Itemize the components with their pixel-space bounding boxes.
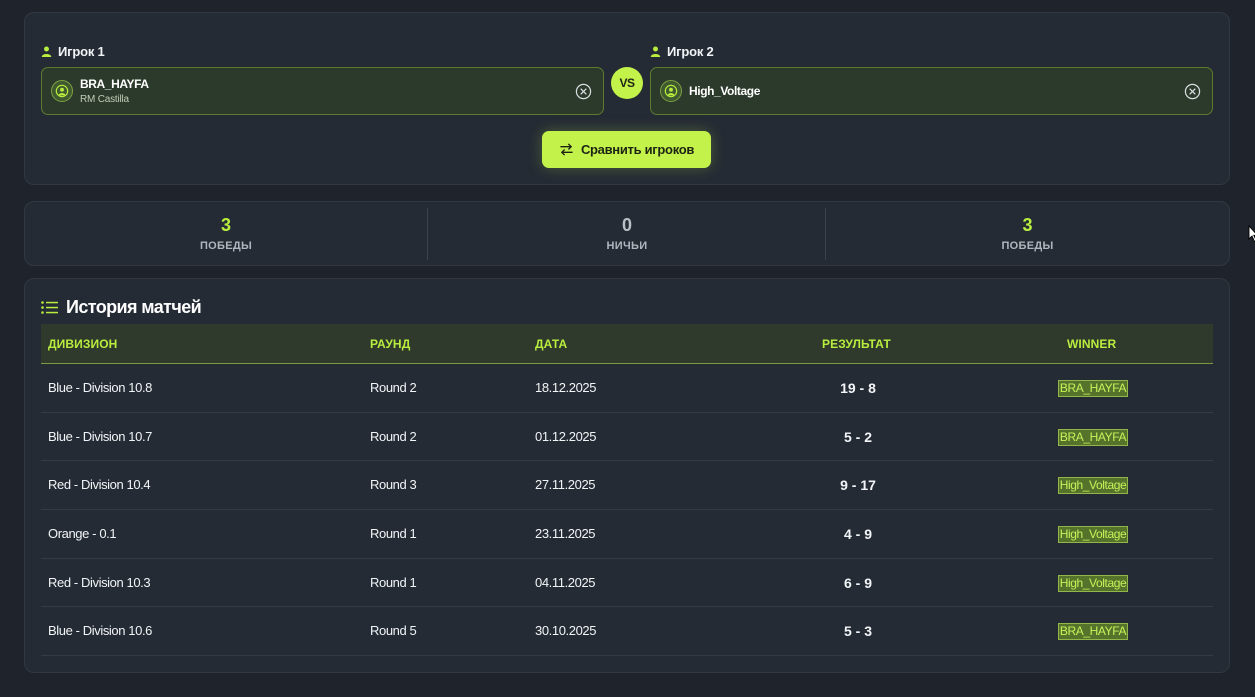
cell-round: Round 5 — [370, 623, 417, 639]
draws-value: 0 — [621, 215, 632, 235]
table-row[interactable]: Red - Division 10.3 Round 1 04.11.2025 6 - … — [41, 559, 1213, 608]
winner-badge[interactable]: High_Voltage — [1057, 574, 1129, 592]
player2-name: High_Voltage — [689, 84, 760, 98]
cell-round: Round 1 — [370, 574, 417, 590]
cell-round: Round 2 — [370, 380, 417, 395]
match-history-table: ДИВИЗИОН РАУНД ДАТА РЕЗУЛЬТАТ WINNER Blu… — [41, 324, 1213, 657]
table-row[interactable]: Blue - Division 10.8 Round 2 18.12.2025 19 … — [41, 364, 1213, 413]
cell-result: 5 - 2 — [843, 428, 872, 445]
winner-badge[interactable]: High_Voltage — [1057, 526, 1129, 544]
col-round[interactable]: РАУНД — [370, 324, 410, 364]
table-row[interactable]: Red - Division 10.4 Round 3 27.11.2025 9 - … — [41, 461, 1213, 511]
cell-result: 19 - 8 — [840, 380, 876, 396]
cell-result: 5 - 3 — [843, 623, 872, 640]
cell-round: Round 2 — [370, 428, 417, 444]
player2-label-text: Игрок 2 — [667, 44, 714, 59]
cell-winner: BRA_HAYFA — [973, 413, 1213, 461]
col-result[interactable]: РЕЗУЛЬТАТ — [822, 324, 891, 364]
cell-date: 04.11.2025 — [535, 574, 596, 590]
player2-selected-box[interactable]: High_Voltage — [650, 67, 1213, 115]
cell-date: 27.11.2025 — [535, 477, 596, 493]
cell-winner: High_Voltage — [973, 510, 1213, 558]
cell-round: Round 3 — [370, 477, 417, 493]
winner-badge[interactable]: High_Voltage — [1057, 477, 1129, 495]
cell-winner: High_Voltage — [973, 559, 1213, 607]
avatar-icon — [51, 80, 73, 102]
compare-players-button[interactable]: Сравнить игроков — [542, 131, 711, 168]
cell-date: 18.12.2025 — [535, 380, 597, 395]
player1-team: RM Castilla — [80, 94, 129, 105]
history-title-text: История матчей — [66, 297, 202, 317]
player1-selected-box[interactable]: BRA_HAYFA RM Castilla — [41, 67, 604, 115]
head-to-head-stats: 3 ПОБЕДЫ 0 НИЧЬИ 3 ПОБЕДЫ — [24, 201, 1230, 266]
cell-date: 01.12.2025 — [535, 428, 597, 444]
player1-wins-value: 3 — [220, 215, 231, 235]
cell-result: 6 - 9 — [843, 574, 872, 591]
match-history-card: История матчей ДИВИЗИОН РАУНД ДАТА РЕЗУЛ… — [24, 278, 1230, 673]
cell-date: 30.10.2025 — [535, 623, 597, 639]
player-selection-card: Игрок 1 Игрок 2 BRA_HAYFA RM Castilla VS… — [24, 12, 1230, 185]
mouse-cursor-icon — [1248, 225, 1255, 243]
col-division[interactable]: ДИВИЗИОН — [48, 324, 117, 364]
table-row[interactable]: Blue - Division 10.7 Round 2 01.12.2025 5 -… — [41, 413, 1213, 462]
player1-clear-button[interactable] — [574, 82, 592, 100]
cell-winner: BRA_HAYFA — [973, 364, 1213, 412]
table-header: ДИВИЗИОН РАУНД ДАТА РЕЗУЛЬТАТ WINNER — [41, 324, 1213, 364]
list-icon — [41, 301, 58, 314]
draws-stat: 0 НИЧЬИ — [428, 202, 826, 265]
cell-division: Blue - Division 10.6 — [48, 623, 152, 639]
cell-division: Red - Division 10.4 — [48, 477, 151, 493]
cell-result: 4 - 9 — [843, 526, 872, 543]
cell-round: Round 1 — [370, 526, 417, 542]
cell-result: 9 - 17 — [840, 477, 876, 494]
table-row[interactable]: Blue - Division 10.6 Round 5 30.10.2025 5 -… — [41, 607, 1213, 657]
cell-winner: BRA_HAYFA — [973, 607, 1213, 655]
player1-label: Игрок 1 — [41, 44, 105, 59]
close-circle-icon — [1184, 83, 1200, 99]
player2-wins-value: 3 — [1022, 215, 1033, 235]
cell-division: Blue - Division 10.7 — [48, 428, 152, 444]
user-icon — [41, 46, 52, 57]
cell-winner: High_Voltage — [973, 461, 1213, 509]
winner-badge[interactable]: BRA_HAYFA — [1057, 380, 1129, 397]
player2-clear-button[interactable] — [1183, 82, 1201, 100]
draws-label: НИЧЬИ — [606, 240, 648, 252]
winner-badge[interactable]: BRA_HAYFA — [1057, 428, 1129, 446]
col-date[interactable]: ДАТА — [535, 324, 567, 364]
table-body: Blue - Division 10.8 Round 2 18.12.2025 19 … — [41, 364, 1213, 657]
vs-badge: VS — [611, 67, 643, 99]
compare-button-label: Сравнить игроков — [580, 142, 695, 157]
table-row[interactable]: Orange - 0.1 Round 1 23.11.2025 4 - 9 High_V… — [41, 510, 1213, 559]
player1-wins-stat: 3 ПОБЕДЫ — [25, 202, 427, 265]
player2-label: Игрок 2 — [650, 44, 714, 59]
cell-division: Orange - 0.1 — [48, 526, 117, 542]
cell-division: Blue - Division 10.8 — [48, 380, 152, 395]
swap-arrows-icon — [560, 143, 573, 156]
player1-name: BRA_HAYFA — [80, 77, 149, 91]
player2-wins-label: ПОБЕДЫ — [1001, 240, 1054, 252]
avatar-icon — [660, 80, 682, 102]
cell-division: Red - Division 10.3 — [48, 574, 151, 590]
player2-wins-stat: 3 ПОБЕДЫ — [826, 202, 1229, 265]
cell-date: 23.11.2025 — [535, 526, 596, 542]
close-circle-icon — [575, 83, 591, 99]
history-title: История матчей — [41, 297, 202, 318]
player1-label-text: Игрок 1 — [58, 44, 105, 59]
player1-wins-label: ПОБЕДЫ — [199, 240, 253, 252]
user-icon — [650, 46, 661, 57]
winner-badge[interactable]: BRA_HAYFA — [1057, 623, 1129, 641]
col-winner[interactable]: WINNER — [1067, 324, 1116, 364]
